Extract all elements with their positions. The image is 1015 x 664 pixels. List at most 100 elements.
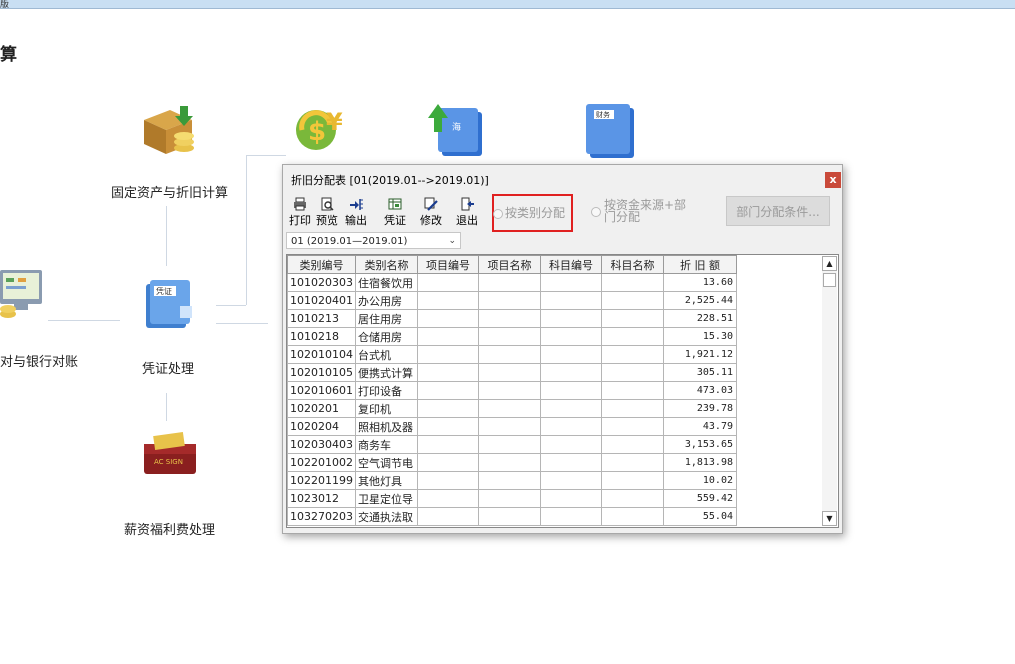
cell-empty[interactable] bbox=[417, 417, 479, 436]
cell-empty[interactable] bbox=[417, 345, 479, 364]
cell-amount[interactable]: 1,813.98 bbox=[663, 453, 737, 472]
table-row[interactable]: 101020303 住宿餐饮用 13.60 bbox=[287, 273, 737, 292]
table-row[interactable]: 1010218 仓储用房 15.30 bbox=[287, 327, 737, 346]
cell-empty[interactable] bbox=[417, 363, 479, 382]
cell-name[interactable]: 其他灯具 bbox=[355, 471, 418, 490]
cell-empty[interactable] bbox=[601, 381, 664, 400]
close-button[interactable]: x bbox=[825, 172, 841, 188]
cell-empty[interactable] bbox=[601, 453, 664, 472]
cell-name[interactable]: 住宿餐饮用 bbox=[355, 273, 418, 292]
cell-empty[interactable] bbox=[478, 471, 541, 490]
cell-empty[interactable] bbox=[478, 435, 541, 454]
export-button[interactable]: 输出 bbox=[344, 197, 368, 229]
cell-code[interactable]: 101020303 bbox=[287, 273, 356, 292]
salary-icon[interactable]: AC SIGN bbox=[140, 430, 200, 484]
cell-name[interactable]: 空气调节电 bbox=[355, 453, 418, 472]
cell-amount[interactable]: 15.30 bbox=[663, 327, 737, 346]
table-row[interactable]: 102010105 便携式计算 305.11 bbox=[287, 363, 737, 382]
cell-empty[interactable] bbox=[478, 417, 541, 436]
cell-empty[interactable] bbox=[417, 471, 479, 490]
table-row[interactable]: 102201002 空气调节电 1,813.98 bbox=[287, 453, 737, 472]
cell-code[interactable]: 102030403 bbox=[287, 435, 356, 454]
scroll-down-icon[interactable]: ▼ bbox=[822, 511, 837, 526]
fixed-assets-label[interactable]: 固定资产与折旧计算 bbox=[111, 182, 228, 201]
cell-empty[interactable] bbox=[540, 363, 602, 382]
report-upload-icon[interactable]: 海 bbox=[424, 98, 488, 164]
voucher-icon[interactable]: 凭证 bbox=[140, 276, 196, 336]
period-select[interactable]: 01 (2019.01—2019.01) ⌄ bbox=[286, 232, 461, 249]
cell-amount[interactable]: 3,153.65 bbox=[663, 435, 737, 454]
table-row[interactable]: 101020401 办公用房 2,525.44 bbox=[287, 291, 737, 310]
cell-empty[interactable] bbox=[478, 399, 541, 418]
cell-empty[interactable] bbox=[417, 381, 479, 400]
table-row[interactable]: 1023012 卫星定位导 559.42 bbox=[287, 489, 737, 508]
cell-empty[interactable] bbox=[540, 273, 602, 292]
column-header[interactable]: 项目名称 bbox=[478, 255, 541, 274]
cell-empty[interactable] bbox=[478, 363, 541, 382]
cell-name[interactable]: 居住用房 bbox=[355, 309, 418, 328]
preview-button[interactable]: 预览 bbox=[315, 197, 339, 229]
cell-empty[interactable] bbox=[540, 381, 602, 400]
cell-empty[interactable] bbox=[601, 489, 664, 508]
cell-amount[interactable]: 2,525.44 bbox=[663, 291, 737, 310]
cell-empty[interactable] bbox=[540, 291, 602, 310]
cell-empty[interactable] bbox=[478, 291, 541, 310]
cell-empty[interactable] bbox=[540, 327, 602, 346]
category-allocation-radio[interactable] bbox=[493, 209, 503, 219]
cell-code[interactable]: 101020401 bbox=[287, 291, 356, 310]
dept-allocation-conditions-button[interactable]: 部门分配条件... bbox=[726, 196, 830, 226]
cell-empty[interactable] bbox=[478, 381, 541, 400]
cell-empty[interactable] bbox=[478, 489, 541, 508]
cell-empty[interactable] bbox=[601, 291, 664, 310]
table-row[interactable]: 102201199 其他灯具 10.02 bbox=[287, 471, 737, 490]
edit-button[interactable]: 修改 bbox=[419, 197, 443, 229]
fixed-assets-icon[interactable] bbox=[140, 102, 198, 162]
cell-code[interactable]: 1020204 bbox=[287, 417, 356, 436]
cell-code[interactable]: 1023012 bbox=[287, 489, 356, 508]
cell-amount[interactable]: 473.03 bbox=[663, 381, 737, 400]
cell-empty[interactable] bbox=[601, 471, 664, 490]
cell-empty[interactable] bbox=[540, 417, 602, 436]
cell-amount[interactable]: 228.51 bbox=[663, 309, 737, 328]
cell-name[interactable]: 复印机 bbox=[355, 399, 418, 418]
source-dept-allocation-label-2[interactable]: 门分配 bbox=[604, 211, 640, 223]
table-row[interactable]: 1020201 复印机 239.78 bbox=[287, 399, 737, 418]
column-header[interactable]: 类别名称 bbox=[355, 255, 418, 274]
cell-code[interactable]: 102201002 bbox=[287, 453, 356, 472]
source-dept-allocation-radio[interactable] bbox=[591, 207, 601, 217]
finance-book-icon[interactable]: 财务 bbox=[584, 98, 642, 164]
cell-name[interactable]: 办公用房 bbox=[355, 291, 418, 310]
cell-empty[interactable] bbox=[417, 507, 479, 526]
vertical-scrollbar[interactable]: ▲ ▼ bbox=[822, 256, 837, 526]
cell-amount[interactable]: 305.11 bbox=[663, 363, 737, 382]
cell-name[interactable]: 台式机 bbox=[355, 345, 418, 364]
cell-empty[interactable] bbox=[417, 453, 479, 472]
table-row[interactable]: 102010104 台式机 1,921.12 bbox=[287, 345, 737, 364]
cell-name[interactable]: 便携式计算 bbox=[355, 363, 418, 382]
cell-code[interactable]: 1010213 bbox=[287, 309, 356, 328]
salary-label[interactable]: 薪资福利费处理 bbox=[124, 519, 215, 538]
cell-empty[interactable] bbox=[478, 309, 541, 328]
cell-name[interactable]: 打印设备 bbox=[355, 381, 418, 400]
cell-empty[interactable] bbox=[417, 399, 479, 418]
table-row[interactable]: 1010213 居住用房 228.51 bbox=[287, 309, 737, 328]
cell-name[interactable]: 照相机及器 bbox=[355, 417, 418, 436]
cell-amount[interactable]: 13.60 bbox=[663, 273, 737, 292]
table-row[interactable]: 103270203 交通执法取 55.04 bbox=[287, 507, 737, 526]
cell-empty[interactable] bbox=[601, 273, 664, 292]
cell-empty[interactable] bbox=[478, 273, 541, 292]
cell-empty[interactable] bbox=[601, 507, 664, 526]
cell-empty[interactable] bbox=[601, 309, 664, 328]
cell-amount[interactable]: 239.78 bbox=[663, 399, 737, 418]
cell-amount[interactable]: 1,921.12 bbox=[663, 345, 737, 364]
cell-empty[interactable] bbox=[601, 345, 664, 364]
cell-empty[interactable] bbox=[540, 507, 602, 526]
cell-name[interactable]: 卫星定位导 bbox=[355, 489, 418, 508]
cell-name[interactable]: 交通执法取 bbox=[355, 507, 418, 526]
cell-empty[interactable] bbox=[601, 435, 664, 454]
cell-code[interactable]: 102010105 bbox=[287, 363, 356, 382]
scroll-thumb[interactable] bbox=[823, 273, 836, 287]
cell-empty[interactable] bbox=[417, 327, 479, 346]
table-row[interactable]: 102030403 商务车 3,153.65 bbox=[287, 435, 737, 454]
cell-empty[interactable] bbox=[601, 399, 664, 418]
